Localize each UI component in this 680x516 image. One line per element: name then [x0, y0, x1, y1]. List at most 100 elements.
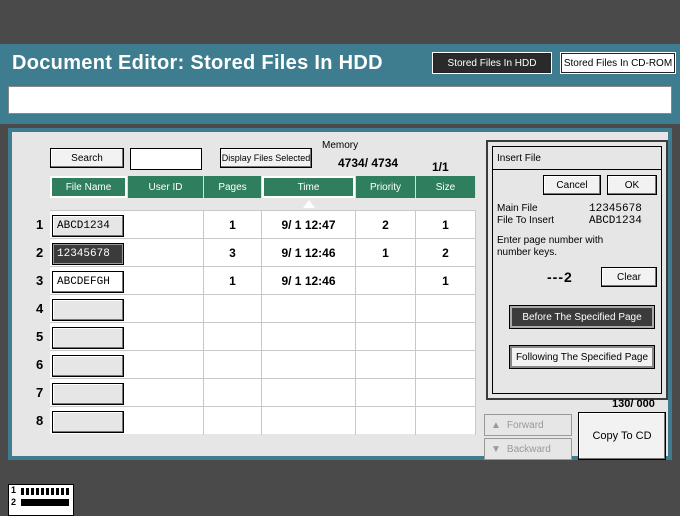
file-name-button[interactable]: 12345678	[52, 243, 124, 265]
pages-cell: 1	[204, 211, 262, 239]
title-bar: Document Editor: Stored Files In HDD Sto…	[0, 44, 680, 82]
table-row[interactable]: 4	[36, 294, 476, 323]
divider	[493, 169, 661, 170]
time-cell: 9/ 1 12:46	[262, 267, 356, 295]
file-name-button[interactable]	[52, 355, 124, 377]
file-name-button[interactable]	[52, 383, 124, 405]
copy-to-cd-button[interactable]: Copy To CD	[578, 412, 666, 460]
page-title: Document Editor: Stored Files In HDD	[12, 52, 383, 74]
row-number: 1	[36, 217, 44, 232]
insert-file-frame: Insert File Cancel OK Main File 12345678…	[492, 146, 662, 394]
display-files-selected-button[interactable]: Display Files Selected	[220, 148, 312, 168]
search-button[interactable]: Search	[50, 148, 124, 168]
memory-label: Memory	[322, 140, 359, 151]
user-id-cell	[128, 323, 204, 351]
file-to-insert-value: ABCD1234	[589, 215, 642, 227]
table-row[interactable]: 3 ABCDEFGH 1 9/ 1 12:46 1	[36, 266, 476, 295]
job-number-1: 1	[11, 485, 17, 495]
main-panel: Search Display Files Selected Memory 4 7 3…	[8, 128, 672, 460]
time-cell	[262, 295, 356, 323]
following-specified-page-button[interactable]: Following The Specified Page	[509, 345, 655, 369]
status-bar	[0, 460, 680, 516]
priority-cell	[356, 295, 416, 323]
tab-stored-files-hdd[interactable]: Stored Files In HDD	[432, 52, 552, 74]
job-number-2: 2	[11, 497, 17, 507]
column-header-file-name[interactable]: File Name	[50, 176, 128, 198]
priority-cell: 1	[356, 239, 416, 267]
cancel-button[interactable]: Cancel	[543, 175, 601, 195]
priority-cell	[356, 379, 416, 407]
job-progress-icon	[21, 488, 69, 495]
table-row[interactable]: 5	[36, 322, 476, 351]
search-input[interactable]	[130, 148, 202, 170]
backward-button[interactable]: ▼ Backward	[484, 438, 572, 460]
file-name-button[interactable]: ABCDEFGH	[52, 271, 124, 293]
size-cell	[416, 379, 476, 407]
user-id-cell	[128, 239, 204, 267]
pages-cell	[204, 379, 262, 407]
backward-label: Backward	[506, 443, 551, 455]
up-arrow-icon: ▲	[491, 419, 501, 431]
table-row[interactable]: 6	[36, 350, 476, 379]
size-cell	[416, 295, 476, 323]
column-header-priority[interactable]: Priority	[356, 176, 416, 198]
priority-cell	[356, 407, 416, 435]
user-id-cell	[128, 211, 204, 239]
ok-button[interactable]: OK	[607, 175, 657, 195]
table-row[interactable]: 8	[36, 406, 476, 435]
table-row[interactable]: 7	[36, 378, 476, 407]
size-cell	[416, 323, 476, 351]
side-counter: 130/ 000	[612, 398, 655, 410]
pages-cell	[204, 351, 262, 379]
file-name-button[interactable]: ABCD1234	[52, 215, 124, 237]
time-cell	[262, 323, 356, 351]
priority-cell: 2	[356, 211, 416, 239]
file-to-insert-label: File To Insert	[497, 215, 555, 226]
before-specified-page-button[interactable]: Before The Specified Page	[509, 305, 655, 329]
priority-cell	[356, 351, 416, 379]
table-row[interactable]: 1 ABCD1234 1 9/ 1 12:47 2 1	[36, 210, 476, 239]
row-number: 7	[36, 385, 44, 400]
column-header-size[interactable]: Size	[416, 176, 476, 198]
row-number: 5	[36, 329, 44, 344]
size-cell: 1	[416, 267, 476, 295]
insert-file-title: Insert File	[497, 153, 541, 164]
row-number: 3	[36, 273, 44, 288]
pages-cell	[204, 407, 262, 435]
job-progress-icon	[21, 499, 69, 506]
down-arrow-icon: ▼	[491, 443, 501, 455]
size-cell	[416, 351, 476, 379]
file-name-button[interactable]	[52, 299, 124, 321]
page-number-display: ---2	[547, 269, 573, 285]
job-status-panel[interactable]: 1 2	[8, 484, 74, 516]
page-indicator: 1/1	[432, 160, 449, 174]
user-id-cell	[128, 351, 204, 379]
column-header-pages[interactable]: Pages	[204, 176, 262, 198]
tab-stored-files-cdrom[interactable]: Stored Files In CD-ROM	[560, 52, 676, 74]
size-cell: 2	[416, 239, 476, 267]
user-id-cell	[128, 295, 204, 323]
insert-file-dialog: Insert File Cancel OK Main File 12345678…	[486, 140, 668, 400]
clear-button[interactable]: Clear	[601, 267, 657, 287]
time-cell: 9/ 1 12:47	[262, 211, 356, 239]
file-name-button[interactable]	[52, 411, 124, 433]
time-cell	[262, 351, 356, 379]
row-number: 6	[36, 357, 44, 372]
main-file-value: 12345678	[589, 203, 642, 215]
forward-label: Forward	[506, 419, 544, 431]
priority-cell	[356, 267, 416, 295]
top-bar	[0, 0, 680, 44]
column-header-time[interactable]: Time	[262, 176, 356, 198]
message-bar	[0, 82, 680, 124]
time-cell	[262, 379, 356, 407]
row-number: 2	[36, 245, 44, 260]
forward-button[interactable]: ▲ Forward	[484, 414, 572, 436]
user-id-cell	[128, 407, 204, 435]
user-id-cell	[128, 267, 204, 295]
user-id-cell	[128, 379, 204, 407]
file-name-button[interactable]	[52, 327, 124, 349]
column-header-user-id[interactable]: User ID	[128, 176, 204, 198]
row-number: 4	[36, 301, 44, 316]
table-row[interactable]: 2 12345678 3 9/ 1 12:46 1 2	[36, 238, 476, 267]
pages-cell	[204, 295, 262, 323]
